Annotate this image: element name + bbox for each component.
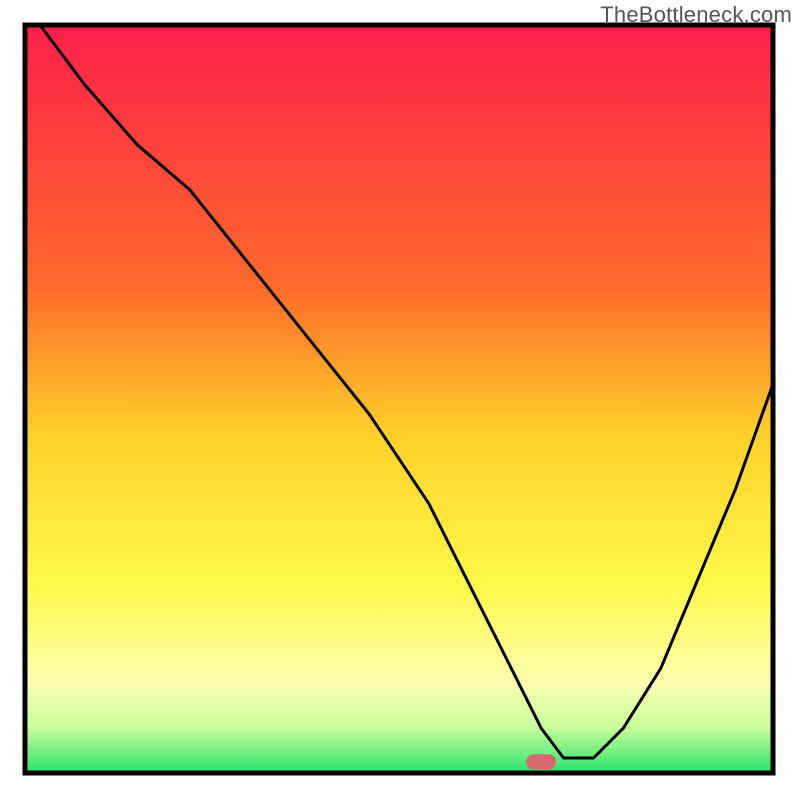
plot-background xyxy=(25,25,773,773)
optimal-point-marker xyxy=(526,754,556,769)
bottleneck-chart: TheBottleneck.com xyxy=(0,0,800,800)
chart-svg xyxy=(0,0,800,800)
watermark-label: TheBottleneck.com xyxy=(600,2,792,28)
